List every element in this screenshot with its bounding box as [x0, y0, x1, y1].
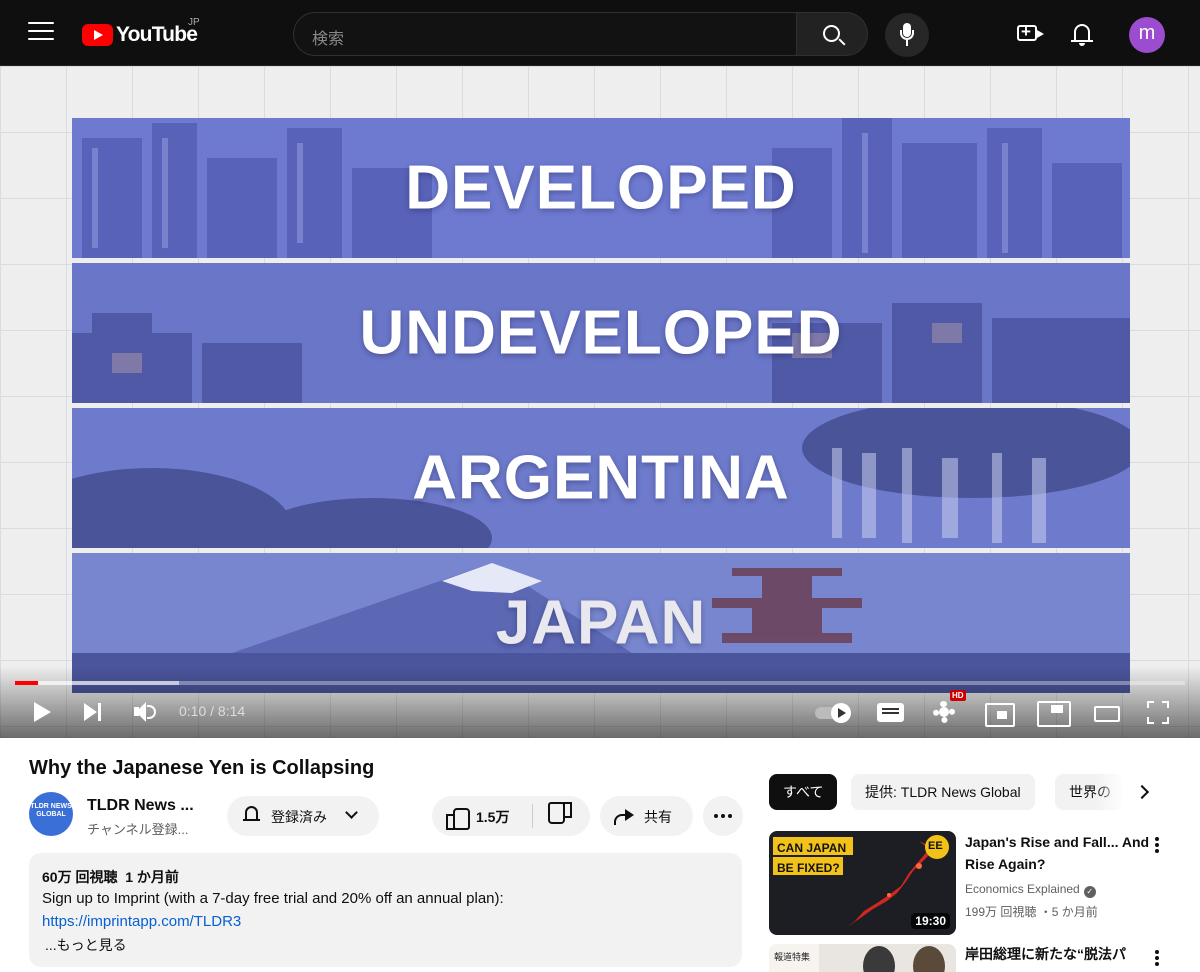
video-thumbnail[interactable]: 報道特集 [769, 944, 956, 972]
controls-gradient [0, 666, 1200, 738]
recommended-video[interactable]: 報道特集 岸田総理に新たな“脱法パ [769, 944, 1189, 972]
logo-text: YouTube [116, 23, 198, 46]
voice-search-button[interactable] [885, 13, 929, 57]
chip-all[interactable]: すべて [769, 774, 838, 810]
search-input[interactable]: 検索 [293, 12, 797, 56]
share-button[interactable]: 共有 [600, 796, 693, 836]
chip-fade [1095, 774, 1125, 810]
slide-label-undeveloped: UNDEVELOPED [359, 298, 843, 368]
show-more-link[interactable]: ...もっと見る [45, 935, 127, 955]
play-button[interactable] [32, 698, 52, 726]
bell-icon [243, 806, 260, 824]
description-link[interactable]: https://imprintapp.com/TLDR3 [42, 913, 241, 930]
hd-badge: HD [950, 690, 966, 701]
video-duration: 19:30 [911, 913, 950, 929]
volume-button[interactable] [134, 698, 160, 726]
slide-label-argentina: ARGENTINA [412, 443, 790, 513]
subscribed-button[interactable]: 登録済み [227, 796, 379, 836]
more-horizontal-icon [714, 814, 718, 818]
chip-from-channel[interactable]: 提供: TLDR News Global [851, 774, 1035, 810]
channel-name[interactable]: TLDR News ... [87, 797, 194, 815]
slide-label-developed: DEVELOPED [405, 153, 797, 223]
search-placeholder: 検索 [312, 31, 345, 48]
account-avatar[interactable]: m [1129, 17, 1165, 53]
dislike-button[interactable] [550, 806, 572, 826]
recommended-video[interactable]: CAN JAPAN BE FIXED? EE 19:30 Japan's Ris… [769, 831, 1189, 935]
video-title: Why the Japanese Yen is Collapsing [29, 757, 375, 779]
time-display: 0:10 / 8:14 [179, 703, 246, 719]
recommended-meta: 199万 回視聴 ・5 か月前 [965, 905, 1098, 919]
masthead: YouTube JP 検索 m [0, 0, 1200, 66]
subtitles-button[interactable] [877, 698, 904, 726]
more-actions-button[interactable] [703, 796, 743, 836]
search-button[interactable] [796, 12, 868, 56]
verified-check-icon: ✓ [1083, 886, 1096, 898]
notifications-bell-icon[interactable] [1071, 22, 1093, 48]
share-label: 共有 [644, 809, 672, 825]
slide-band-developed: DEVELOPED [72, 118, 1130, 258]
recommended-title[interactable]: 岸田総理に新たな“脱法パ [965, 944, 1150, 965]
video-player[interactable]: DEVELOPED UNDEVELOPED ARGENTINA JAPAN 0:… [0, 66, 1200, 738]
thumbnail-badge: EE [928, 840, 943, 852]
create-video-icon[interactable] [1017, 22, 1044, 42]
like-dislike-group: 1.5万 [432, 796, 590, 836]
video-thumbnail[interactable]: CAN JAPAN BE FIXED? EE 19:30 [769, 831, 956, 935]
country-code: JP [188, 17, 200, 28]
miniplayer-button[interactable] [985, 698, 1015, 727]
recommended-channel-name: Economics Explained [965, 882, 1080, 896]
channel-subscriber-count: チャンネル登録... [87, 822, 189, 837]
gear-icon [933, 701, 955, 723]
volume-icon [147, 705, 156, 719]
more-vertical-icon[interactable] [1155, 950, 1159, 954]
divider [532, 804, 533, 828]
chevron-right-icon[interactable] [1134, 784, 1150, 800]
view-count: 60万 回視聴 [42, 869, 118, 885]
slide-band-argentina: ARGENTINA [72, 408, 1130, 548]
like-count: 1.5万 [476, 809, 510, 825]
chevron-down-icon [345, 806, 358, 819]
like-button[interactable] [446, 806, 470, 830]
share-icon [614, 808, 634, 825]
channel-avatar[interactable]: TLDR NEWS GLOBAL [29, 792, 73, 836]
settings-button[interactable]: HD [932, 690, 966, 726]
progress-buffered [15, 681, 179, 685]
picture-in-picture-button[interactable] [1037, 698, 1071, 727]
upload-age: 1 か月前 [125, 869, 179, 885]
search-icon [823, 25, 840, 42]
theater-mode-button[interactable] [1094, 698, 1120, 726]
progress-bar[interactable] [15, 681, 1185, 685]
youtube-logo[interactable]: YouTube JP [82, 17, 200, 48]
more-vertical-icon[interactable] [1155, 837, 1159, 841]
description-line: Sign up to Imprint (with a 7-day free tr… [42, 890, 504, 907]
description-box[interactable]: 60万 回視聴 1 か月前 Sign up to Imprint (with a… [29, 853, 742, 967]
next-button[interactable] [84, 698, 106, 726]
menu-icon[interactable] [28, 22, 54, 44]
fullscreen-button[interactable] [1147, 698, 1169, 726]
youtube-play-icon [82, 24, 113, 46]
description-meta: 60万 回視聴 1 か月前 [42, 867, 179, 887]
recommended-title[interactable]: Japan's Rise and Fall... And Rise Again? [965, 831, 1150, 875]
thumbnail-text: 報道特集 [774, 952, 811, 962]
youtube-watch-page: YouTube JP 検索 m [0, 0, 1200, 972]
autoplay-toggle[interactable] [815, 698, 853, 726]
thumbnail-text: CAN JAPAN BE FIXED? [777, 841, 847, 875]
slide-band-undeveloped: UNDEVELOPED [72, 263, 1130, 403]
recommended-channel[interactable]: Economics Explained ✓ [965, 882, 1096, 898]
progress-played [15, 681, 38, 685]
subscribed-label: 登録済み [271, 809, 327, 825]
slide-label-japan: JAPAN [495, 588, 707, 658]
